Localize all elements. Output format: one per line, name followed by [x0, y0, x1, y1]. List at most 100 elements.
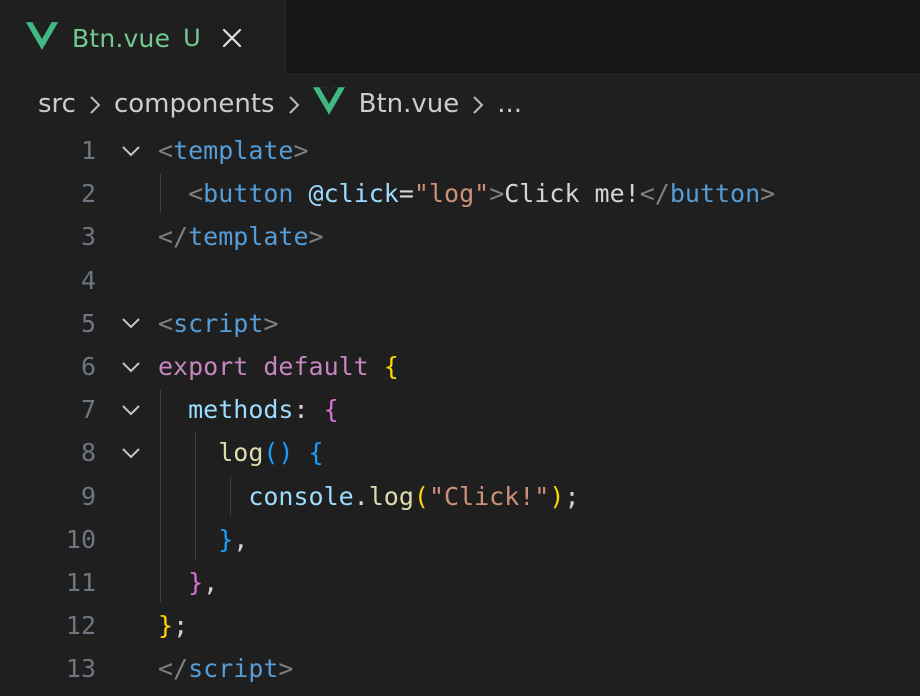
code-token: { — [383, 352, 399, 381]
code-token: > — [278, 654, 294, 684]
fold-chevron-icon[interactable] — [118, 397, 144, 423]
code-text: }; — [158, 611, 188, 640]
code-token: ) — [549, 481, 565, 511]
code-line[interactable]: 11 }, — [0, 561, 920, 604]
code-text: </script> — [158, 654, 293, 683]
line-number: 1 — [80, 136, 96, 165]
line-number: 12 — [65, 611, 96, 641]
fold-chevron-icon[interactable] — [118, 138, 144, 164]
code-token: < — [158, 136, 174, 165]
line-number: 6 — [80, 352, 96, 381]
line-number: 3 — [80, 222, 96, 252]
chevron-right-icon — [467, 93, 489, 115]
code-text: }, — [158, 568, 218, 597]
code-text: methods: { — [158, 395, 339, 424]
line-number: 7 — [80, 395, 96, 425]
fold-chevron-icon[interactable] — [118, 310, 144, 336]
code-token: } — [158, 611, 174, 641]
breadcrumb-item-symbols[interactable]: ... — [497, 89, 522, 119]
code-token: template — [188, 222, 309, 252]
close-icon[interactable] — [221, 27, 243, 49]
code-token: > — [489, 179, 505, 209]
code-token: </ — [639, 179, 670, 209]
code-token: : — [293, 395, 324, 425]
code-line[interactable]: 4 — [0, 259, 920, 302]
code-token: "log" — [413, 179, 490, 209]
code-token: . — [353, 481, 369, 511]
code-line[interactable]: 9 console.log("Click!"); — [0, 475, 920, 518]
code-token: ( — [413, 481, 429, 511]
code-line[interactable]: 6 export default { — [0, 345, 920, 388]
code-token: () — [263, 438, 294, 468]
code-token: > — [308, 222, 324, 252]
code-line[interactable]: 10 }, — [0, 518, 920, 561]
fold-chevron-icon[interactable] — [118, 440, 144, 466]
chevron-right-icon — [84, 93, 106, 115]
code-token: console — [248, 481, 354, 511]
code-token: } — [188, 568, 204, 597]
tab-bar-border — [287, 74, 920, 75]
line-number: 8 — [80, 438, 96, 468]
code-text: export default { — [158, 352, 399, 381]
code-line[interactable]: 2 <button @click="log">Click me!</button… — [0, 172, 920, 215]
indent-guide — [195, 433, 196, 559]
code-line[interactable]: 12}; — [0, 604, 920, 647]
code-line[interactable]: 13 </script> — [0, 647, 920, 690]
line-number: 11 — [65, 568, 96, 597]
line-number: 4 — [80, 265, 96, 295]
code-token: > — [760, 179, 776, 209]
breadcrumb-item-file[interactable]: Btn.vue — [359, 89, 460, 119]
tab-btn-vue[interactable]: Btn.vue U — [0, 0, 286, 76]
breadcrumb-item-components[interactable]: components — [114, 89, 275, 119]
line-number: 5 — [80, 308, 96, 338]
code-token: button — [669, 179, 761, 209]
tab-title: Btn.vue — [72, 23, 171, 53]
code-token: @click — [308, 179, 399, 209]
code-line[interactable]: 3 </template> — [0, 215, 920, 258]
indent-guide — [230, 476, 231, 516]
code-token: } — [218, 524, 234, 554]
code-line[interactable]: 8 log() { — [0, 431, 920, 474]
line-number: 13 — [65, 654, 96, 684]
code-token: </ — [158, 654, 189, 684]
code-token: ; — [564, 481, 580, 511]
code-line[interactable]: 1 <template> — [0, 129, 920, 172]
tab-untracked-badge: U — [183, 24, 201, 52]
code-token: < — [188, 179, 204, 209]
code-token: default — [263, 352, 369, 381]
code-text: log() { — [158, 438, 324, 468]
code-token: = — [398, 179, 414, 209]
code-token: , — [203, 568, 219, 597]
breadcrumb: src components Btn.vue ... — [38, 84, 522, 124]
breadcrumb-item-src[interactable]: src — [38, 89, 76, 119]
vue-logo-icon — [26, 22, 58, 54]
code-text: console.log("Click!"); — [158, 481, 580, 511]
indent-guide — [160, 174, 161, 214]
code-text: </template> — [158, 222, 324, 251]
line-number: 2 — [80, 179, 96, 209]
code-text: <template> — [158, 136, 309, 165]
code-token: log — [368, 481, 414, 511]
code-token: button — [203, 179, 294, 209]
code-token: export — [158, 352, 249, 381]
code-line[interactable]: 7 methods: { — [0, 388, 920, 431]
vue-logo-icon — [312, 86, 345, 122]
code-text: <script> — [158, 309, 278, 338]
code-token: "Click!" — [428, 481, 550, 511]
code-token: > — [293, 136, 309, 165]
indent-guide — [160, 390, 161, 603]
code-line[interactable]: 5 <script> — [0, 302, 920, 345]
code-token: < — [158, 308, 174, 338]
fold-chevron-icon[interactable] — [118, 354, 144, 380]
code-token: { — [308, 438, 324, 468]
code-token: ; — [173, 611, 189, 641]
code-token: log — [218, 438, 264, 468]
